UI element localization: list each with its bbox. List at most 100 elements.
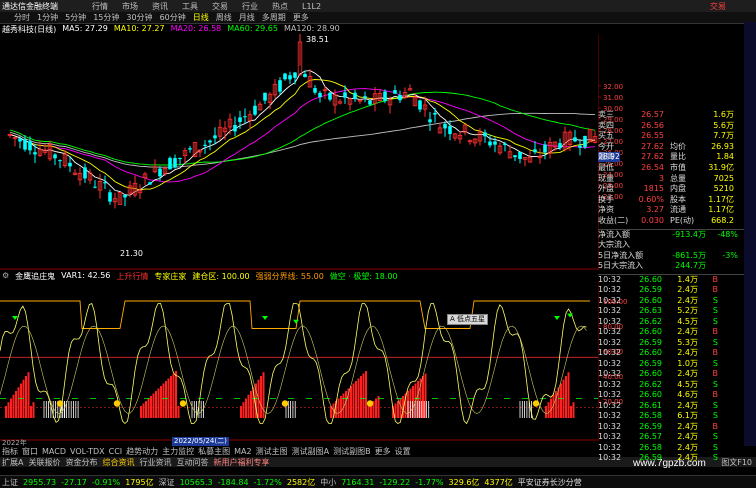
tab-vol[interactable]: VOL-TDX bbox=[70, 447, 105, 456]
candle-body bbox=[488, 141, 492, 146]
quote-label2: 流通 bbox=[670, 205, 686, 215]
index-sz-val: 10565.3 bbox=[179, 477, 213, 487]
indicator-name[interactable]: 金鹰追庄鬼 bbox=[15, 271, 55, 281]
menu-item-tools[interactable]: 工具 bbox=[182, 1, 198, 12]
menu-item-trade[interactable]: 交易 bbox=[212, 1, 228, 12]
tab-settings[interactable]: 设置 bbox=[395, 446, 411, 457]
func-promo[interactable]: 新用户福利专享 bbox=[213, 457, 269, 468]
index-zx-name[interactable]: 中小 bbox=[320, 477, 336, 488]
candle-body bbox=[33, 152, 37, 155]
quote-label: 外盘 bbox=[598, 184, 614, 194]
index-sh-name[interactable]: 上证 bbox=[2, 477, 18, 488]
tab-window[interactable]: 窗口 bbox=[22, 446, 38, 457]
menu-item-hot[interactable]: 热点 bbox=[272, 1, 288, 12]
signal-bar bbox=[545, 406, 547, 418]
tab-ma2[interactable]: MA2 bbox=[234, 447, 251, 456]
tab-test-main[interactable]: 测试主图 bbox=[256, 446, 288, 457]
indicator-chart[interactable] bbox=[0, 281, 598, 441]
period-tab[interactable]: 1分钟 bbox=[37, 12, 58, 23]
tick-time: 10:32 bbox=[598, 348, 622, 358]
index-sz-name[interactable]: 深证 bbox=[159, 477, 175, 488]
indicator-settings-icon[interactable]: ⚙ bbox=[2, 271, 9, 281]
tick-row: 10:32 26.61 2.4万 S bbox=[598, 401, 744, 412]
period-tab[interactable]: 60分钟 bbox=[160, 12, 186, 23]
period-tab[interactable]: 月线 bbox=[239, 12, 255, 23]
signal-bar bbox=[165, 381, 167, 418]
tab-test-a[interactable]: 测试副图A bbox=[292, 446, 329, 457]
tick-volume: 4.5万 bbox=[677, 379, 698, 389]
period-tab[interactable]: 15分钟 bbox=[93, 12, 119, 23]
trade-button[interactable]: 交易 bbox=[710, 1, 726, 12]
menu-item-l1l2[interactable]: L1L2 bbox=[302, 2, 321, 11]
candle-body bbox=[283, 73, 287, 80]
signal-bar bbox=[12, 394, 15, 418]
tick-price: 26.57 bbox=[639, 432, 662, 442]
period-tab[interactable]: 分时 bbox=[14, 12, 30, 23]
tab-cci[interactable]: CCI bbox=[109, 447, 123, 456]
period-tab[interactable]: 30分钟 bbox=[126, 12, 152, 23]
tick-price: 26.59 bbox=[639, 421, 662, 431]
period-tab[interactable]: 多周期 bbox=[262, 12, 286, 23]
func-industry-news[interactable]: 行业资讯 bbox=[139, 457, 171, 468]
period-tab-more[interactable]: 更多 bbox=[293, 12, 309, 23]
menu-item-industry[interactable]: 行业 bbox=[242, 1, 258, 12]
ma5-line bbox=[9, 70, 596, 196]
func-related[interactable]: 关联报价 bbox=[28, 457, 60, 468]
flow-value2: -3% bbox=[722, 250, 738, 260]
quote-value2: 7025 bbox=[713, 173, 734, 183]
tick-side: S bbox=[712, 295, 718, 305]
candle-body bbox=[533, 149, 537, 153]
period-tab[interactable]: 5分钟 bbox=[65, 12, 86, 23]
func-news[interactable]: 综合资讯 bbox=[102, 457, 134, 468]
smile-marker bbox=[366, 400, 374, 407]
flow-row: 大宗流入 bbox=[598, 240, 744, 251]
tick-row: 10:32 26.59 2.4万 B bbox=[598, 422, 744, 433]
tick-side: B bbox=[712, 390, 719, 400]
tab-more[interactable]: 更多 bbox=[375, 446, 391, 457]
tab-trend[interactable]: 趋势动力 bbox=[126, 446, 158, 457]
quote-label2: 总量 bbox=[670, 173, 686, 183]
flow-row: 净流入额 -913.4万 -48% bbox=[598, 230, 744, 241]
flow-label: 5日大宗流入 bbox=[598, 261, 644, 271]
candle-body bbox=[288, 75, 292, 80]
flow-row: 5日净流入额 -861.5万 -3% bbox=[598, 251, 744, 262]
signal-bar bbox=[362, 373, 365, 418]
tick-list[interactable]: 10:32 26.60 1.4万 B 10:32 26.59 2.4万 B 10:32 26.60… bbox=[598, 273, 744, 464]
menu-item-market[interactable]: 行情 bbox=[92, 1, 108, 12]
quote-value: 1815 bbox=[643, 184, 664, 194]
index-zx-val: 7164.31 bbox=[341, 477, 375, 487]
quote-value2: 1.17亿 bbox=[708, 205, 734, 215]
tab-test-b[interactable]: 测试副图B bbox=[333, 446, 371, 457]
index-sz-chg: -184.84 bbox=[217, 477, 249, 487]
tab-private-main[interactable]: 私募主图 bbox=[198, 446, 230, 457]
quote-label: 卖三 bbox=[598, 110, 614, 119]
menu-item-markets[interactable]: 市场 bbox=[122, 1, 138, 12]
tick-volume: 2.4万 bbox=[677, 369, 698, 379]
tick-side: B bbox=[712, 348, 719, 358]
tab-main-monitor[interactable]: 主力监控 bbox=[162, 446, 194, 457]
tooltip-text: A 低点五星 bbox=[450, 315, 486, 323]
tick-volume: 2.4万 bbox=[677, 400, 698, 410]
func-qa[interactable]: 互动问答 bbox=[176, 457, 208, 468]
signal-bar bbox=[242, 402, 245, 418]
quote-value2: 7.7万 bbox=[713, 131, 734, 141]
index-zx-amt: 329.6亿 bbox=[448, 477, 480, 487]
period-tab-active[interactable]: 日线 bbox=[193, 12, 209, 23]
side-toolbar[interactable] bbox=[744, 22, 756, 446]
candle-body bbox=[578, 145, 582, 148]
func-extend[interactable]: 扩展A bbox=[2, 457, 23, 468]
kline-chart[interactable]: 38.51 21.30 bbox=[0, 34, 598, 270]
app-title: 通达信金融终端 bbox=[2, 1, 58, 11]
tick-time: 10:32 bbox=[598, 327, 622, 337]
candle-body bbox=[513, 155, 517, 158]
func-capital[interactable]: 资金分布 bbox=[65, 457, 97, 468]
period-tab[interactable]: 周线 bbox=[216, 12, 232, 23]
signal-bar bbox=[247, 394, 250, 418]
ma60-label: MA60: 29.65 bbox=[227, 24, 278, 33]
tab-indicator[interactable]: 指标 bbox=[2, 446, 18, 457]
flow-value2 bbox=[706, 240, 738, 251]
menu-item-news[interactable]: 资讯 bbox=[152, 1, 168, 12]
quote-panel: 卖三 26.57 1.6万 卖四 26.56 5.6万 买五 26.55 7.7万 今开 27.62… bbox=[598, 22, 744, 462]
tick-volume: 2.4万 bbox=[677, 442, 698, 452]
tab-macd[interactable]: MACD bbox=[42, 447, 66, 456]
